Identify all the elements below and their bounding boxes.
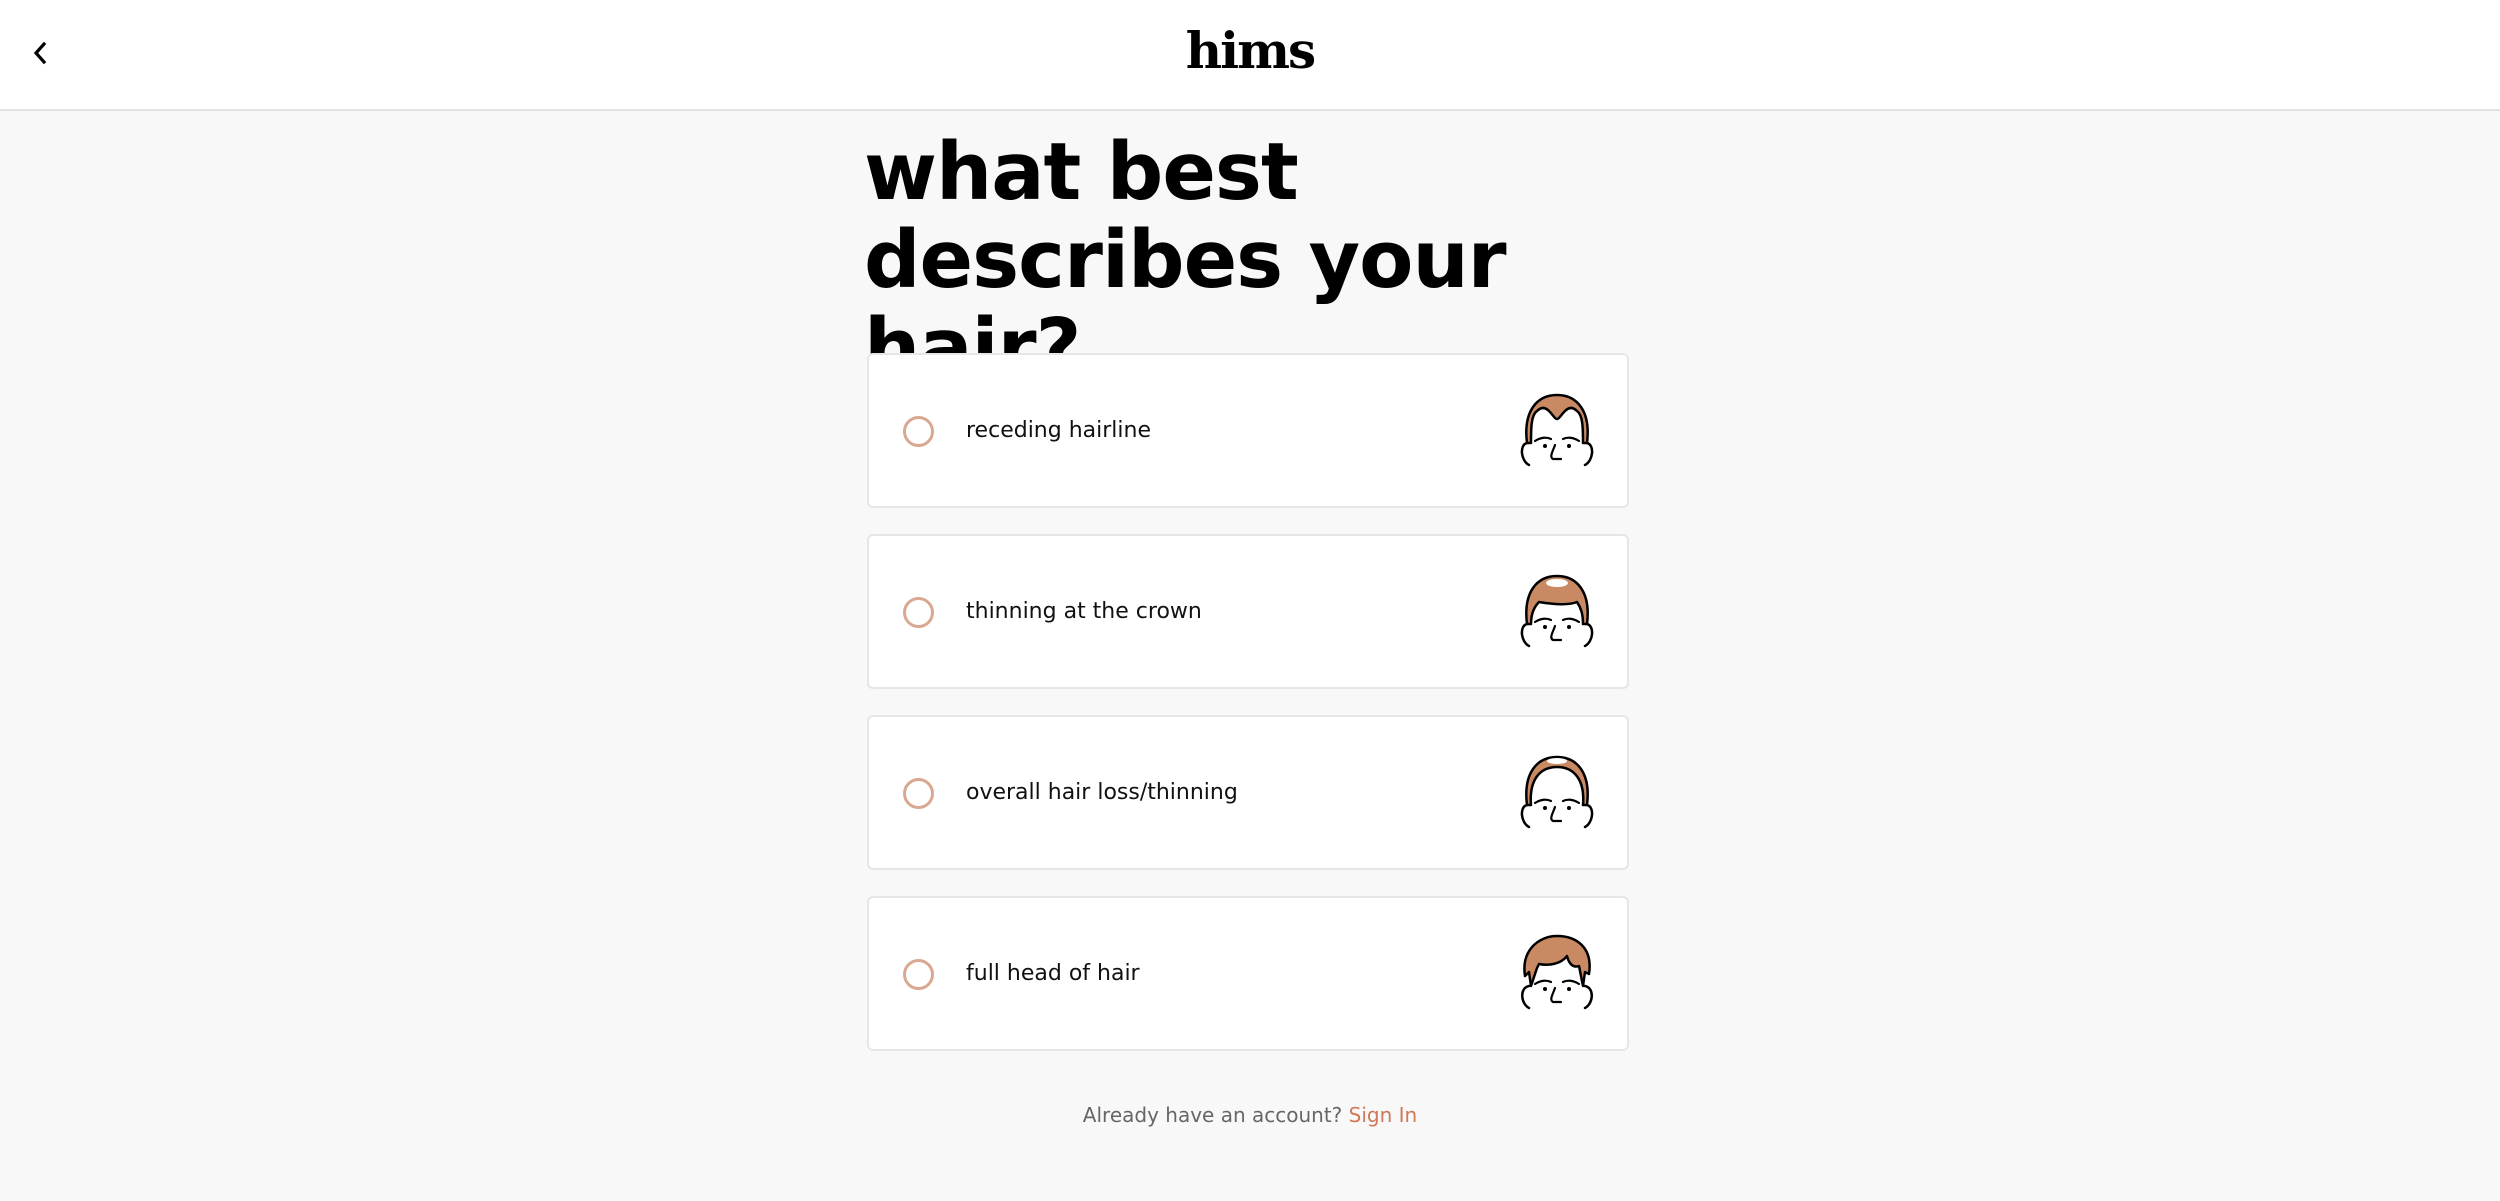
radio-button[interactable] (903, 778, 934, 809)
signin-prompt-text: Already have an account? (1082, 1103, 1343, 1127)
option-overall-thinning[interactable]: overall hair loss/thinning (867, 715, 1629, 870)
hair-options-list: receding hairline thinning at the crown … (867, 353, 1629, 1077)
option-receding-hairline[interactable]: receding hairline (867, 353, 1629, 508)
radio-button[interactable] (903, 959, 934, 990)
option-label: overall hair loss/thinning (966, 780, 1238, 805)
hims-logo[interactable]: hims (0, 18, 2500, 84)
crown-thinning-face-icon (1520, 574, 1594, 648)
signin-link[interactable]: Sign In (1349, 1103, 1418, 1127)
radio-button[interactable] (903, 597, 934, 628)
signin-prompt: Already have an account? Sign In (0, 1103, 2500, 1127)
option-label: full head of hair (966, 961, 1140, 986)
option-full-head[interactable]: full head of hair (867, 896, 1629, 1051)
overall-thinning-face-icon (1520, 755, 1594, 829)
receding-hairline-face-icon (1520, 393, 1594, 467)
top-header: hims (0, 0, 2500, 111)
option-thinning-crown[interactable]: thinning at the crown (867, 534, 1629, 689)
option-label: thinning at the crown (966, 599, 1202, 624)
full-hair-face-icon (1521, 934, 1593, 1010)
option-label: receding hairline (966, 418, 1151, 443)
radio-button[interactable] (903, 416, 934, 447)
